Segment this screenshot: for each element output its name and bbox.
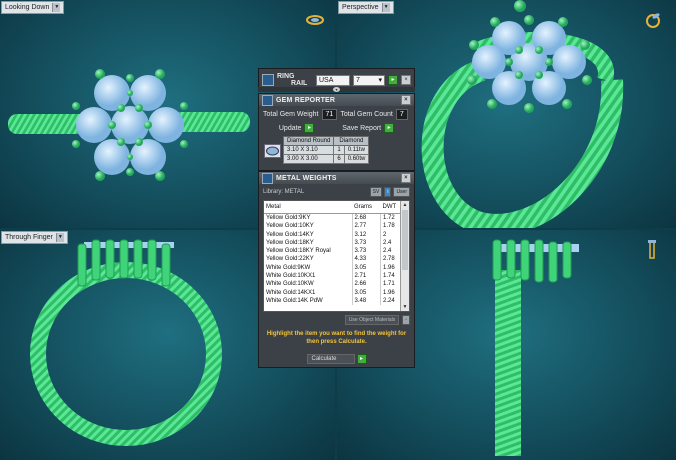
- gem-qty: 1: [333, 145, 345, 155]
- diamond-icon: [264, 144, 281, 158]
- gem-col-header: Diamond Round: [282, 136, 335, 146]
- gem-reporter-panel: GEM REPORTER × Total Gem Weight 71 Total…: [258, 93, 415, 171]
- metal-row[interactable]: White Gold:10KW 2.66 1.71: [264, 280, 404, 289]
- metal-grams: 4.33: [352, 255, 382, 264]
- orientation-ring-icon: [648, 240, 656, 259]
- play-icon[interactable]: ▸: [304, 123, 315, 133]
- total-gem-weight-label: Total Gem Weight: [263, 111, 319, 118]
- save-report-label: Save Report: [342, 124, 382, 132]
- close-icon[interactable]: ×: [401, 75, 411, 85]
- update-label: Update: [278, 124, 302, 132]
- gem-size: 3.10 X 3.10: [282, 145, 335, 155]
- gem-cluster: [72, 69, 188, 181]
- region-select[interactable]: USA: [316, 74, 350, 86]
- metal-grams: 3.73: [352, 238, 382, 248]
- use-object-materials-button[interactable]: Use Object Materials: [344, 315, 400, 325]
- metal-row[interactable]: White Gold:9KW 3.05 1.96: [264, 263, 404, 273]
- metal-name: White Gold:10KW: [264, 280, 353, 289]
- metal-row[interactable]: Yellow Gold:14KY 3.12 2: [264, 230, 404, 239]
- metal-row[interactable]: Yellow Gold:18KY 3.73 2.4: [264, 238, 404, 248]
- gem-reporter-logo: [262, 94, 273, 106]
- metal-name: Yellow Gold:22KY: [264, 255, 353, 264]
- calculate-button[interactable]: Calculate: [306, 354, 355, 364]
- gem-weight: 0.11tw: [343, 145, 370, 155]
- grams-col-header[interactable]: Grams: [352, 201, 381, 214]
- metal-name: Yellow Gold:14KY: [264, 230, 353, 239]
- metal-row[interactable]: White Gold:14K PdW 3.48 2.24: [264, 296, 404, 306]
- gem-reporter-title: GEM REPORTER: [276, 96, 336, 104]
- metal-weights-panel: METAL WEIGHTS × Library: METAL SV i User…: [258, 171, 415, 368]
- save-report-button[interactable]: Save Report ▸: [342, 123, 395, 133]
- ring-rail-title: RING RAIL: [277, 73, 308, 87]
- metal-weights-header[interactable]: METAL WEIGHTS ×: [259, 172, 414, 184]
- gem-row[interactable]: 3.00 X 3.00 6 0.60tw: [282, 154, 370, 164]
- metal-table-wrap[interactable]: Metal Grams DWT Yellow Gold:9KY 2.68 1.72 Y…: [263, 200, 410, 312]
- scroll-thumb[interactable]: [402, 210, 408, 270]
- play-icon[interactable]: ▸: [356, 354, 367, 364]
- user-toggle[interactable]: User: [393, 187, 410, 197]
- metal-row[interactable]: Yellow Gold:10KY 2.77 1.78: [264, 222, 404, 231]
- gem-totals: Total Gem Weight 71 Total Gem Count 7: [259, 106, 414, 120]
- settings-icon[interactable]: ◦: [402, 315, 410, 325]
- size-select[interactable]: 7 ▾: [353, 74, 385, 86]
- play-icon[interactable]: ▸: [384, 123, 395, 133]
- close-icon[interactable]: ×: [401, 95, 411, 105]
- metal-table-scrollbar[interactable]: ▲ ▼: [400, 201, 409, 311]
- gem-qty: 6: [333, 154, 345, 164]
- gem-size: 3.00 X 3.00: [282, 154, 335, 164]
- metal-grams: 3.05: [352, 263, 382, 273]
- gem-weight: 0.60tw: [343, 154, 370, 164]
- metal-weights-hint: Highlight the item you want to find the …: [266, 331, 407, 345]
- metal-row[interactable]: Yellow Gold:22KY 4.33 2.78: [264, 255, 404, 264]
- metal-table: Metal Grams DWT Yellow Gold:9KY 2.68 1.72 Y…: [264, 201, 404, 306]
- metal-row[interactable]: Yellow Gold:18KY Royal 3.73 2.4: [264, 247, 404, 256]
- metal-weights-logo: [262, 172, 273, 184]
- gem-table: Diamond Round Diamond 3.10 X 3.10 1 0.11…: [282, 136, 370, 164]
- orientation-ring-icon: [646, 13, 660, 28]
- sv-toggle[interactable]: SV: [369, 187, 383, 197]
- total-gem-weight-value: 71: [321, 109, 338, 120]
- metal-grams: 3.12: [352, 230, 382, 239]
- chevron-up-icon[interactable]: ▲: [401, 201, 409, 209]
- metal-row[interactable]: White Gold:14KX1 3.05 1.96: [264, 288, 404, 297]
- metal-name: White Gold:9KW: [264, 263, 353, 273]
- size-value: 7: [356, 76, 360, 84]
- chevron-down-icon[interactable]: ▾: [333, 87, 340, 92]
- metal-name: White Gold:14K PdW: [264, 296, 353, 306]
- metal-name: Yellow Gold:18KY Royal: [264, 247, 353, 256]
- apply-size-button[interactable]: ▸: [388, 75, 398, 85]
- metal-grams: 2.77: [352, 222, 382, 231]
- close-icon[interactable]: ×: [401, 173, 411, 183]
- metal-grams: 3.73: [352, 247, 382, 256]
- metal-col-header[interactable]: Metal: [264, 201, 352, 214]
- gem-col-header: Diamond: [333, 136, 370, 146]
- update-button[interactable]: Update ▸: [279, 123, 315, 133]
- metal-grams: 3.05: [352, 288, 382, 297]
- metal-name: White Gold:14KX1: [264, 288, 353, 297]
- library-label: Library: METAL: [263, 189, 305, 195]
- chevron-down-icon[interactable]: ▼: [401, 303, 409, 311]
- metal-grams: 2.68: [352, 213, 382, 223]
- ring-rail-logo: [262, 74, 274, 86]
- total-gem-count-label: Total Gem Count: [340, 111, 393, 118]
- metal-name: Yellow Gold:9KY: [264, 213, 353, 223]
- metal-name: Yellow Gold:18KY: [264, 238, 353, 248]
- metal-row[interactable]: White Gold:10KX1 2.71 1.74: [264, 272, 404, 281]
- gem-reporter-header[interactable]: GEM REPORTER ×: [259, 94, 414, 106]
- metal-grams: 3.48: [352, 296, 382, 306]
- panel-grip[interactable]: ▾: [258, 87, 415, 92]
- gem-row[interactable]: 3.10 X 3.10 1 0.11tw: [282, 145, 370, 155]
- metal-weights-title: METAL WEIGHTS: [276, 174, 337, 182]
- orientation-ring-icon: [306, 15, 324, 25]
- total-gem-count-value: 7: [395, 109, 408, 120]
- chevron-down-icon[interactable]: ▾: [378, 76, 382, 85]
- metal-grams: 2.71: [352, 272, 382, 281]
- metal-name: Yellow Gold:10KY: [264, 222, 353, 231]
- info-icon[interactable]: i: [384, 187, 392, 197]
- metal-row[interactable]: Yellow Gold:9KY 2.68 1.72: [264, 213, 404, 223]
- metal-grams: 2.66: [352, 280, 382, 289]
- metal-name: White Gold:10KX1: [264, 272, 353, 281]
